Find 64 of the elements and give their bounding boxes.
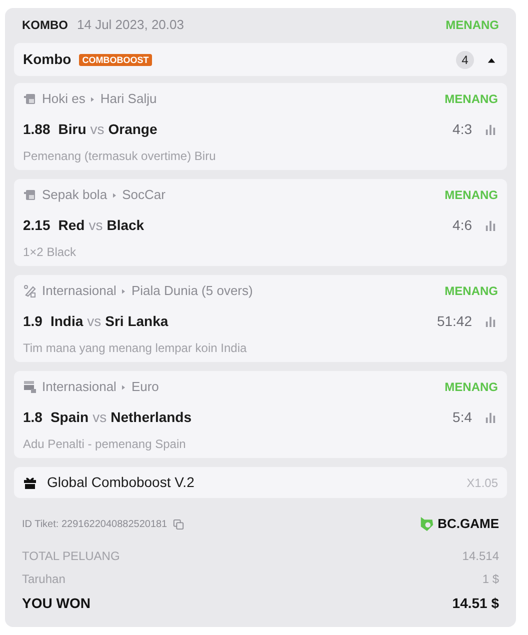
versus-label: vs (87, 312, 102, 330)
copy-icon[interactable] (173, 518, 184, 530)
team-name: Red (58, 216, 85, 234)
total-label: Taruhan (22, 570, 66, 588)
comboboost-badge: COMBOBOOST (79, 54, 152, 66)
sport-name: Hoki es (42, 90, 86, 108)
brand-name: BC.GAME (438, 515, 499, 534)
gift-icon (23, 476, 37, 490)
sport-name: Sepak bola (42, 186, 108, 204)
stats-icon[interactable] (485, 220, 496, 230)
odds-value: 1.9 (23, 312, 42, 330)
bet-date: 14 Jul 2023, 20.03 (77, 16, 184, 34)
status-label: MENANG (444, 187, 498, 204)
sport-name: Internasional (42, 378, 116, 396)
bet-type-label: KOMBO (22, 17, 68, 34)
boost-title: Global Comboboost V.2 (47, 473, 194, 492)
market-selection: Tim mana yang menang lempar koin India (23, 340, 248, 357)
odds-value: 1.88 (23, 120, 50, 138)
league-name: SocCar (122, 186, 166, 204)
team-name: Netherlands (110, 408, 192, 426)
boost-multiplier: X1.05 (466, 474, 498, 492)
market-selection: 1×2 Black (23, 244, 78, 261)
team-name: Orange (108, 120, 158, 139)
market-selection: Adu Penalti - pemenang Spain (23, 436, 187, 453)
score: 4:6 (452, 216, 472, 234)
status-label: MENANG (444, 283, 498, 300)
versus-label: vs (90, 120, 104, 138)
market-selection: Pemenang (termasuk overtime) Biru (23, 148, 217, 165)
caret-icon[interactable] (487, 56, 496, 62)
stats-icon[interactable] (485, 124, 496, 134)
status-label: MENANG (444, 379, 498, 396)
chevron-icon (113, 192, 116, 198)
odds-value: 2.15 (23, 216, 50, 234)
team-name: Sri Lanka (105, 312, 168, 330)
versus-label: vs (88, 216, 103, 234)
status-label: MENANG (444, 91, 498, 108)
stats-icon[interactable] (485, 316, 496, 326)
status-label: MENANG (446, 17, 499, 34)
stats-icon[interactable] (485, 412, 496, 422)
team-name: India (50, 312, 84, 330)
league-name: Hari Salju (100, 90, 157, 108)
total-label: YOU WON (22, 594, 90, 612)
team-name: Black (106, 216, 144, 234)
total-value: 1 $ (482, 570, 499, 588)
odds-value: 1.8 (23, 408, 42, 426)
logo-icon (420, 516, 434, 532)
total-value: 14.51 $ (452, 594, 499, 612)
total-label: TOTAL PELUANG (22, 548, 120, 564)
versus-label: vs (92, 408, 107, 426)
team-name: Biru (58, 120, 86, 138)
combo-title: Kombo (23, 50, 72, 69)
league-name: Piala Dunia (5 overs) (131, 282, 253, 300)
score: 51:42 (436, 312, 472, 330)
chevron-icon (122, 384, 126, 390)
score: 4:3 (452, 120, 472, 138)
score: 5:4 (452, 408, 472, 426)
league-name: Euro (131, 378, 159, 396)
count-badge: 4 (456, 50, 474, 68)
chevron-icon (122, 288, 126, 294)
chevron-icon (91, 96, 94, 102)
team-name: Spain (50, 408, 89, 427)
sport-name: Internasional (42, 282, 116, 300)
total-value: 14.514 (462, 548, 499, 564)
ticket-id: ID Tiket: 2291622040882520181 (22, 518, 168, 532)
